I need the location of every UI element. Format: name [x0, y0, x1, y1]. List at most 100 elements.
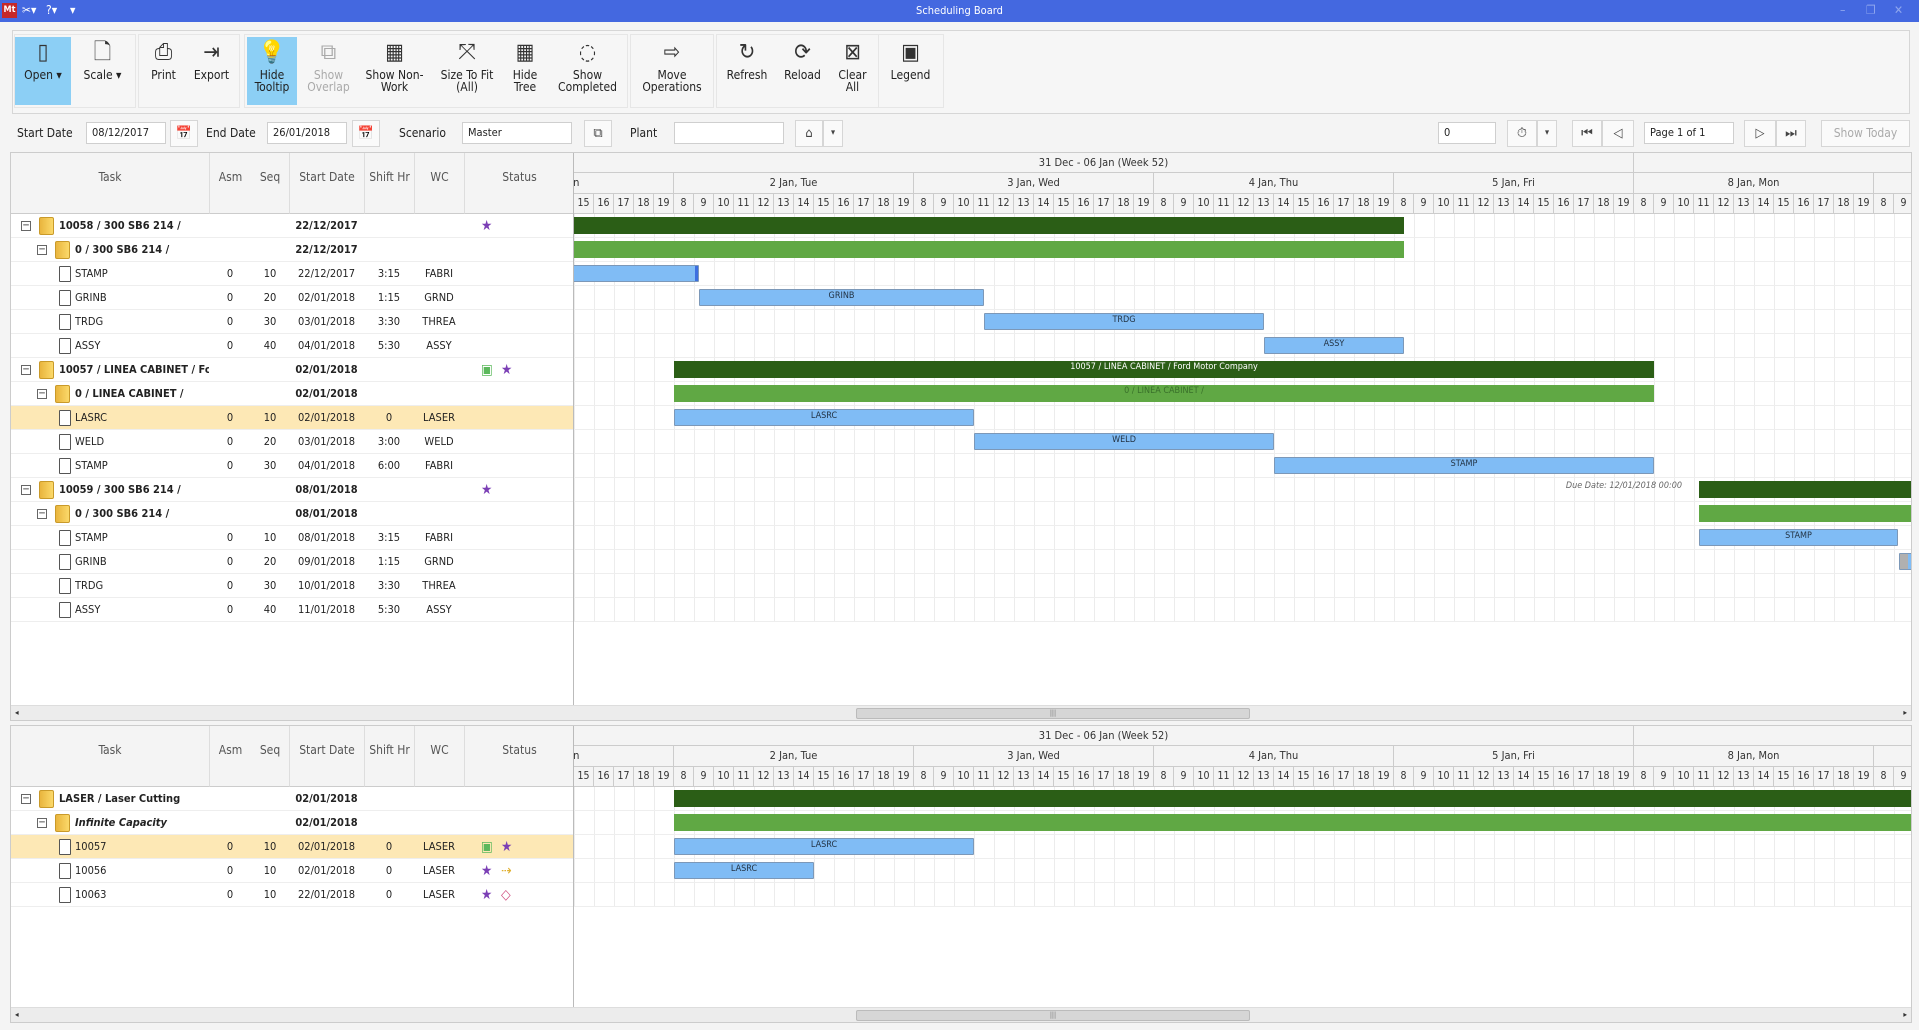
column-header-shift-hr[interactable]: Shift Hr: [364, 153, 414, 214]
reload-button[interactable]: ⟳ Reload: [776, 37, 829, 105]
next-page-icon[interactable]: ▷: [1744, 120, 1776, 147]
assembly-bar[interactable]: [574, 241, 1404, 258]
table-row[interactable]: STAMP 0 10 08/01/2018 3:15 FABRI: [11, 526, 573, 550]
column-header-start-date[interactable]: Start Date: [289, 726, 364, 787]
plant-dropdown-icon[interactable]: ▾: [823, 120, 843, 147]
operation-bar[interactable]: [1899, 553, 1911, 570]
scrollbar-thumb[interactable]: |||: [856, 1010, 1250, 1021]
print-button[interactable]: ⎙ Print: [141, 37, 186, 105]
column-header-status[interactable]: Status: [464, 153, 573, 214]
table-row[interactable]: GRINB 0 20 09/01/2018 1:15 GRND: [11, 550, 573, 574]
horizontal-scrollbar[interactable]: ◂ ||| ▸: [11, 1007, 1911, 1022]
column-header-wc[interactable]: WC: [414, 153, 464, 214]
collapse-toggle-icon[interactable]: −: [21, 221, 31, 231]
assembly-bar[interactable]: 0 / LINEA CABINET /: [674, 385, 1654, 402]
show-overlap-button[interactable]: ⧉ Show Overlap: [300, 37, 357, 105]
table-row[interactable]: − 10059 / 300 SB6 214 / 08/01/2018 ★: [11, 478, 573, 502]
end-date-input[interactable]: 26/01/2018: [267, 122, 347, 144]
assembly-bar[interactable]: [674, 814, 1911, 831]
operation-bar[interactable]: STAMP: [1699, 529, 1898, 546]
table-row[interactable]: STAMP 0 30 04/01/2018 6:00 FABRI: [11, 454, 573, 478]
column-header-seq[interactable]: Seq: [251, 153, 289, 214]
table-row[interactable]: 10057 0 10 02/01/2018 0 LASER ▣ ★: [11, 835, 573, 859]
table-row[interactable]: − 0 / LINEA CABINET / 02/01/2018: [11, 382, 573, 406]
order-bar[interactable]: [1699, 481, 1911, 498]
stopwatch-icon[interactable]: ⏱: [1507, 120, 1537, 147]
table-row[interactable]: LASRC 0 10 02/01/2018 0 LASER: [11, 406, 573, 430]
previous-page-icon[interactable]: ◁: [1602, 120, 1634, 147]
offset-input[interactable]: 0: [1438, 122, 1496, 144]
scrollbar-thumb[interactable]: |||: [856, 708, 1250, 719]
scenario-input[interactable]: Master: [462, 122, 572, 144]
order-bar[interactable]: [674, 790, 1911, 807]
column-header-asm[interactable]: Asm: [209, 153, 251, 214]
close-icon[interactable]: ✕: [1894, 3, 1903, 17]
offset-dropdown-icon[interactable]: ▾: [1537, 120, 1557, 147]
column-header-shift-hr[interactable]: Shift Hr: [364, 726, 414, 787]
minimize-icon[interactable]: –: [1840, 3, 1845, 17]
table-row[interactable]: 10056 0 10 02/01/2018 0 LASER ★ ⇢: [11, 859, 573, 883]
collapse-toggle-icon[interactable]: −: [37, 818, 47, 828]
operation-bar[interactable]: [574, 265, 699, 282]
hide-tooltip-button[interactable]: 💡 Hide Tooltip: [247, 37, 297, 105]
clear-all-button[interactable]: ⊠ Clear All: [830, 37, 875, 105]
table-row[interactable]: TRDG 0 30 03/01/2018 3:30 THREA: [11, 310, 573, 334]
restore-icon[interactable]: ❐: [1866, 3, 1876, 17]
open-button[interactable]: ▯ Open ▾: [15, 37, 71, 105]
column-header-task[interactable]: Task: [11, 153, 209, 214]
table-row[interactable]: GRINB 0 20 02/01/2018 1:15 GRND: [11, 286, 573, 310]
show-non-work-button[interactable]: ▦ Show Non-Work: [361, 37, 428, 105]
table-row[interactable]: WELD 0 20 03/01/2018 3:00 WELD: [11, 430, 573, 454]
plant-input[interactable]: [674, 122, 784, 144]
table-row[interactable]: − 0 / 300 SB6 214 / 08/01/2018: [11, 502, 573, 526]
column-header-task[interactable]: Task: [11, 726, 209, 787]
start-date-calendar-icon[interactable]: 📅: [170, 120, 198, 147]
operation-bar[interactable]: TRDG: [984, 313, 1264, 330]
refresh-button[interactable]: ↻ Refresh: [720, 37, 774, 105]
collapse-toggle-icon[interactable]: −: [21, 485, 31, 495]
operation-bar[interactable]: LASRC: [674, 862, 814, 879]
collapse-toggle-icon[interactable]: −: [37, 245, 47, 255]
show-today-button[interactable]: Show Today: [1821, 120, 1910, 147]
scenario-picker-icon[interactable]: ⧉: [584, 120, 612, 147]
end-date-calendar-icon[interactable]: 📅: [352, 120, 380, 147]
column-header-wc[interactable]: WC: [414, 726, 464, 787]
scroll-left-icon[interactable]: ◂: [15, 1008, 19, 1022]
scroll-right-icon[interactable]: ▸: [1903, 1008, 1907, 1022]
table-row[interactable]: ASSY 0 40 04/01/2018 5:30 ASSY: [11, 334, 573, 358]
scale-button[interactable]: 🗋 Scale ▾: [73, 37, 132, 105]
column-header-start-date[interactable]: Start Date: [289, 153, 364, 214]
operation-bar[interactable]: WELD: [974, 433, 1274, 450]
column-header-seq[interactable]: Seq: [251, 726, 289, 787]
start-date-input[interactable]: 08/12/2017: [86, 122, 166, 144]
order-bar[interactable]: [574, 217, 1404, 234]
scroll-right-icon[interactable]: ▸: [1903, 706, 1907, 720]
horizontal-scrollbar[interactable]: ◂ ||| ▸: [11, 705, 1911, 720]
home-icon[interactable]: ⌂: [795, 120, 823, 147]
export-button[interactable]: ⇥ Export: [187, 37, 236, 105]
page-indicator[interactable]: Page 1 of 1: [1644, 122, 1734, 144]
show-completed-button[interactable]: ◌ Show Completed: [551, 37, 624, 105]
legend-button[interactable]: ▣ Legend: [881, 37, 940, 105]
table-row[interactable]: − 10058 / 300 SB6 214 / 22/12/2017 ★: [11, 214, 573, 238]
operation-bar[interactable]: LASRC: [674, 838, 974, 855]
table-row[interactable]: − LASER / Laser Cutting 02/01/2018: [11, 787, 573, 811]
table-row[interactable]: TRDG 0 30 10/01/2018 3:30 THREA: [11, 574, 573, 598]
operation-bar[interactable]: ASSY: [1264, 337, 1404, 354]
last-page-icon[interactable]: ⏭: [1776, 120, 1806, 147]
table-row[interactable]: − 0 / 300 SB6 214 / 22/12/2017: [11, 238, 573, 262]
table-row[interactable]: − Infinite Capacity 02/01/2018: [11, 811, 573, 835]
order-bar[interactable]: 10057 / LINEA CABINET / Ford Motor Compa…: [674, 361, 1654, 378]
size-to-fit-button[interactable]: ⤧ Size To Fit (All): [435, 37, 499, 105]
operation-bar[interactable]: GRINB: [699, 289, 984, 306]
collapse-toggle-icon[interactable]: −: [37, 509, 47, 519]
collapse-toggle-icon[interactable]: −: [37, 389, 47, 399]
scroll-left-icon[interactable]: ◂: [15, 706, 19, 720]
assembly-bar[interactable]: [1699, 505, 1911, 522]
column-header-status[interactable]: Status: [464, 726, 573, 787]
hide-tree-button[interactable]: ▦ Hide Tree: [502, 37, 548, 105]
table-row[interactable]: − 10057 / LINEA CABINET / Ford 02/01/2018 ▣…: [11, 358, 573, 382]
collapse-toggle-icon[interactable]: −: [21, 794, 31, 804]
column-header-asm[interactable]: Asm: [209, 726, 251, 787]
move-operations-button[interactable]: ⇨ Move Operations: [634, 37, 710, 105]
